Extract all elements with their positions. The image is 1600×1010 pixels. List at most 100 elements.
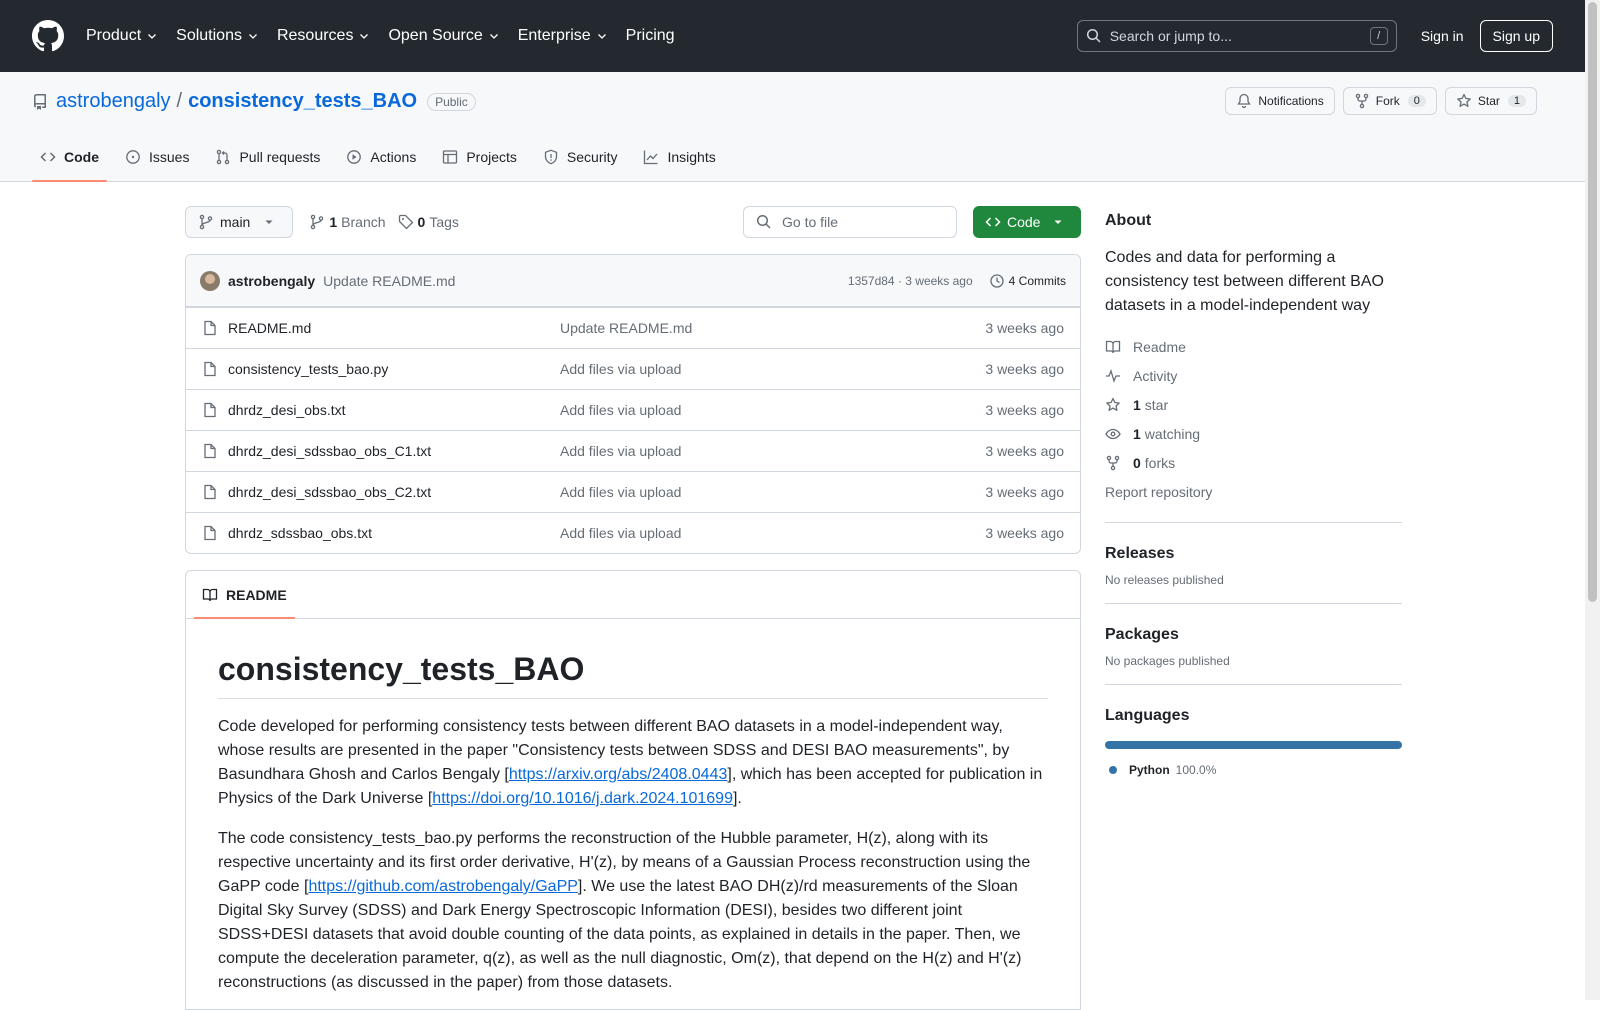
packages-heading[interactable]: Packages bbox=[1105, 626, 1402, 644]
tab-projects[interactable]: Projects bbox=[434, 133, 525, 181]
page-scrollbar[interactable] bbox=[1585, 0, 1600, 1000]
watching-link[interactable]: 1 watching bbox=[1105, 419, 1402, 448]
commits-link[interactable]: 4 Commits bbox=[989, 273, 1066, 289]
avatar[interactable] bbox=[200, 270, 220, 291]
play-icon bbox=[347, 150, 362, 164]
star-icon bbox=[1106, 397, 1120, 411]
nav-product-label: Product bbox=[86, 27, 142, 44]
file-toolbar: main 1 Branch 0 Tags Go to file Code bbox=[185, 206, 1081, 238]
caret-down-icon bbox=[265, 220, 273, 224]
forks-link[interactable]: 0 forks bbox=[1105, 448, 1402, 477]
repo-title: astrobengaly / consistency_tests_BAO Pub… bbox=[32, 90, 476, 113]
arxiv-link[interactable]: https://arxiv.org/abs/2408.0443 bbox=[509, 766, 728, 783]
file-commit-message[interactable]: Add files via upload bbox=[560, 361, 985, 377]
github-logo-icon[interactable] bbox=[32, 20, 86, 52]
search-icon bbox=[756, 214, 771, 229]
branches-link[interactable]: 1 Branch bbox=[309, 214, 386, 230]
fork-icon bbox=[1106, 455, 1120, 470]
nav-open-source-label: Open Source bbox=[388, 27, 483, 44]
releases-heading[interactable]: Releases bbox=[1105, 545, 1402, 563]
file-name-link[interactable]: README.md bbox=[228, 320, 560, 336]
tab-actions-label: Actions bbox=[370, 149, 417, 165]
readme-link[interactable]: Readme bbox=[1105, 332, 1402, 361]
file-row[interactable]: README.md Update README.md 3 weeks ago bbox=[186, 307, 1080, 348]
tab-issues[interactable]: Issues bbox=[117, 133, 197, 181]
repo-name-link[interactable]: consistency_tests_BAO bbox=[188, 90, 417, 113]
file-name-link[interactable]: dhrdz_sdssbao_obs.txt bbox=[228, 525, 560, 541]
commit-hash-time[interactable]: 1357d84 · 3 weeks ago bbox=[848, 274, 973, 288]
tab-pull-requests[interactable]: Pull requests bbox=[207, 133, 328, 181]
latest-commit-bar: astrobengaly Update README.md 1357d84 · … bbox=[186, 255, 1080, 307]
tab-issues-label: Issues bbox=[149, 149, 190, 165]
nav-solutions[interactable]: Solutions bbox=[176, 20, 259, 52]
tab-code-label: Code bbox=[64, 149, 99, 165]
book-icon bbox=[1105, 340, 1121, 353]
commit-author-link[interactable]: astrobengaly bbox=[228, 273, 315, 289]
commit-message-link[interactable]: Update README.md bbox=[323, 273, 455, 289]
global-header: Product Solutions Resources Open Source … bbox=[0, 0, 1585, 72]
tab-security[interactable]: Security bbox=[535, 133, 626, 181]
file-name-link[interactable]: dhrdz_desi_obs.txt bbox=[228, 402, 560, 418]
repo-tabs: Code Issues Pull requests Actions Projec… bbox=[32, 133, 734, 182]
file-row[interactable]: dhrdz_desi_sdssbao_obs_C1.txt Add files … bbox=[186, 430, 1080, 471]
file-row[interactable]: dhrdz_sdssbao_obs.txt Add files via uplo… bbox=[186, 512, 1080, 553]
pull-request-icon bbox=[217, 149, 230, 165]
header-right: Search or jump to... / Sign in Sign up bbox=[1076, 20, 1553, 52]
language-item[interactable]: Python 100.0% bbox=[1105, 763, 1402, 777]
tab-insights[interactable]: Insights bbox=[635, 133, 723, 181]
watching-count: 1 bbox=[1133, 425, 1141, 442]
branch-count: 1 bbox=[329, 214, 338, 230]
doi-link[interactable]: https://doi.org/10.1016/j.dark.2024.1016… bbox=[432, 790, 733, 807]
file-name-link[interactable]: dhrdz_desi_sdssbao_obs_C2.txt bbox=[228, 484, 560, 500]
file-commit-message[interactable]: Add files via upload bbox=[560, 484, 985, 500]
file-commit-message[interactable]: Add files via upload bbox=[560, 525, 985, 541]
search-input[interactable]: Search or jump to... / bbox=[1076, 20, 1397, 52]
tab-actions[interactable]: Actions bbox=[338, 133, 424, 181]
sign-up-button[interactable]: Sign up bbox=[1479, 20, 1553, 52]
repo-owner-link[interactable]: astrobengaly bbox=[56, 90, 171, 113]
fork-label: Fork bbox=[1375, 94, 1400, 108]
branch-name: main bbox=[220, 214, 251, 230]
readme-content: consistency_tests_BAO Code developed for… bbox=[186, 619, 1080, 1009]
code-dropdown-button[interactable]: Code bbox=[973, 206, 1081, 238]
tags-link[interactable]: 0 Tags bbox=[398, 214, 459, 230]
nav-enterprise[interactable]: Enterprise bbox=[518, 20, 608, 52]
go-to-file-input[interactable]: Go to file bbox=[743, 206, 957, 238]
language-bar bbox=[1105, 741, 1402, 749]
tab-security-label: Security bbox=[566, 149, 618, 165]
tab-readme[interactable]: README bbox=[194, 571, 295, 619]
file-icon bbox=[204, 361, 216, 377]
activity-link[interactable]: Activity bbox=[1105, 361, 1402, 390]
activity-link-label: Activity bbox=[1133, 367, 1178, 384]
tab-code[interactable]: Code bbox=[32, 133, 107, 182]
file-commit-message[interactable]: Update README.md bbox=[560, 320, 985, 336]
report-repository-link[interactable]: Report repository bbox=[1105, 477, 1402, 506]
fork-button[interactable]: Fork 0 bbox=[1342, 87, 1437, 115]
branch-selector[interactable]: main bbox=[185, 206, 294, 238]
nav-resources[interactable]: Resources bbox=[277, 20, 370, 52]
nav-product[interactable]: Product bbox=[86, 20, 158, 52]
scrollbar-thumb[interactable] bbox=[1588, 2, 1597, 602]
notifications-button[interactable]: Notifications bbox=[1225, 87, 1335, 115]
file-commit-message[interactable]: Add files via upload bbox=[560, 443, 985, 459]
nav-enterprise-label: Enterprise bbox=[517, 27, 591, 44]
file-icon bbox=[204, 320, 216, 336]
file-name-link[interactable]: dhrdz_desi_sdssbao_obs_C1.txt bbox=[228, 443, 560, 459]
star-button[interactable]: Star 1 bbox=[1444, 87, 1537, 115]
stars-link[interactable]: 1 star bbox=[1105, 390, 1402, 419]
book-icon bbox=[202, 588, 218, 601]
main-column: main 1 Branch 0 Tags Go to file Code ast… bbox=[185, 206, 1081, 1010]
file-commit-message[interactable]: Add files via upload bbox=[560, 402, 985, 418]
star-icon bbox=[1457, 93, 1471, 107]
file-name-link[interactable]: consistency_tests_bao.py bbox=[228, 361, 560, 377]
nav-open-source[interactable]: Open Source bbox=[388, 20, 499, 52]
chevron-down-icon bbox=[597, 34, 606, 39]
sign-in-link[interactable]: Sign in bbox=[1421, 28, 1464, 44]
file-row[interactable]: dhrdz_desi_obs.txt Add files via upload … bbox=[186, 389, 1080, 430]
file-row[interactable]: consistency_tests_bao.py Add files via u… bbox=[186, 348, 1080, 389]
repo-header: astrobengaly / consistency_tests_BAO Pub… bbox=[0, 72, 1585, 182]
nav-pricing[interactable]: Pricing bbox=[626, 20, 675, 52]
gapp-link[interactable]: https://github.com/astrobengaly/GaPP bbox=[308, 878, 577, 895]
readme-paragraph: Code developed for performing consistenc… bbox=[218, 715, 1048, 811]
file-row[interactable]: dhrdz_desi_sdssbao_obs_C2.txt Add files … bbox=[186, 471, 1080, 512]
